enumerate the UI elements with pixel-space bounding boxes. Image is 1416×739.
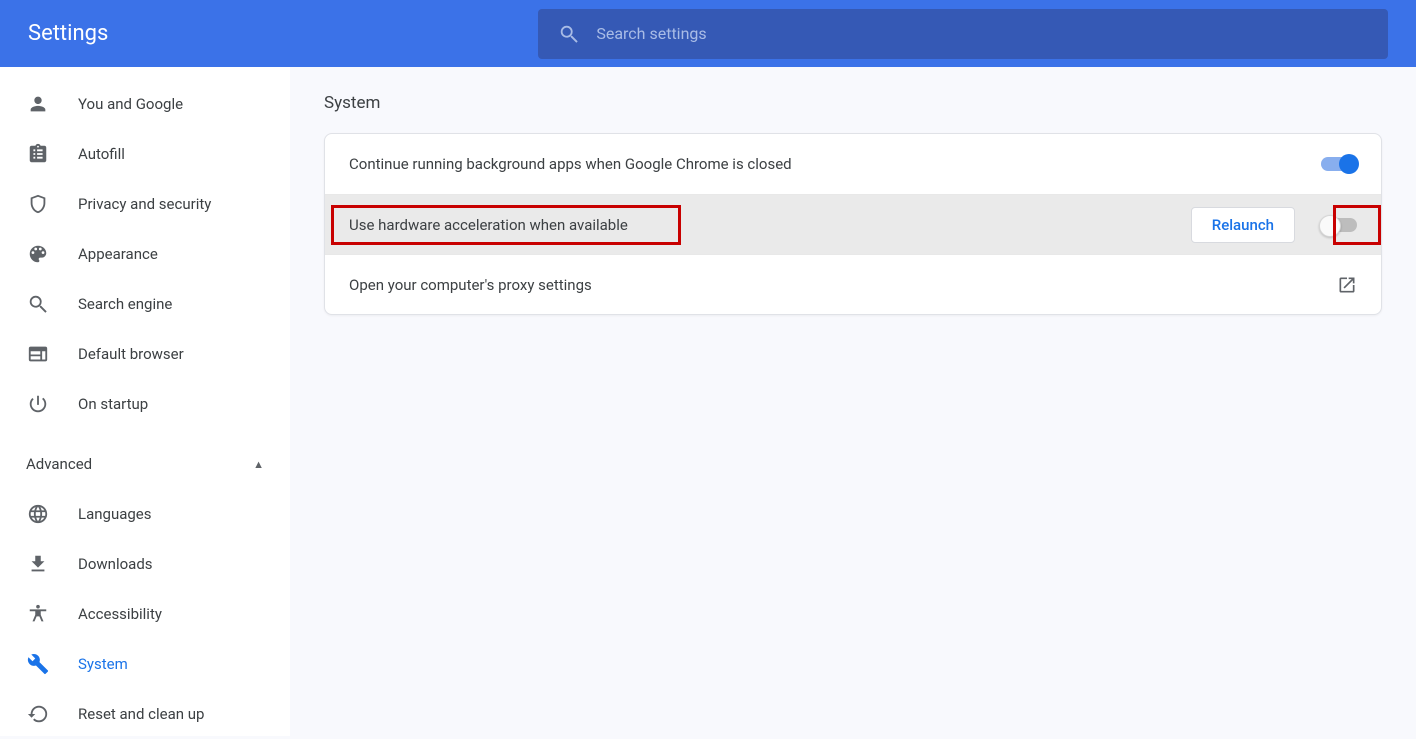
- sidebar-label: Privacy and security: [78, 195, 211, 213]
- sidebar-item-system[interactable]: System: [0, 639, 290, 689]
- sidebar-label: Default browser: [78, 345, 184, 363]
- sidebar-advanced-header[interactable]: Advanced ▲: [0, 439, 290, 489]
- sidebar-label: Autofill: [78, 145, 125, 163]
- sidebar-label: Accessibility: [78, 605, 162, 623]
- sidebar-label: Appearance: [78, 245, 158, 263]
- row-label: Use hardware acceleration when available: [349, 216, 628, 234]
- page-title: System: [324, 93, 1382, 113]
- toggle-background-apps[interactable]: [1321, 157, 1357, 171]
- sidebar-item-downloads[interactable]: Downloads: [0, 539, 290, 589]
- sidebar-item-accessibility[interactable]: Accessibility: [0, 589, 290, 639]
- search-container[interactable]: [538, 9, 1388, 59]
- row-proxy-settings[interactable]: Open your computer's proxy settings: [325, 254, 1381, 314]
- sidebar-label: Languages: [78, 505, 152, 523]
- sidebar-item-reset[interactable]: Reset and clean up: [0, 689, 290, 739]
- download-icon: [26, 552, 50, 576]
- person-icon: [26, 92, 50, 116]
- globe-icon: [26, 502, 50, 526]
- relaunch-button[interactable]: Relaunch: [1191, 207, 1295, 243]
- sidebar-item-languages[interactable]: Languages: [0, 489, 290, 539]
- sidebar-item-privacy-security[interactable]: Privacy and security: [0, 179, 290, 229]
- sidebar-item-search-engine[interactable]: Search engine: [0, 279, 290, 329]
- row-hardware-acceleration: Use hardware acceleration when available…: [325, 194, 1381, 254]
- shield-icon: [26, 192, 50, 216]
- system-card: Continue running background apps when Go…: [324, 133, 1382, 315]
- sidebar-label: Downloads: [78, 555, 153, 573]
- app-title: Settings: [28, 21, 108, 46]
- restore-icon: [26, 702, 50, 726]
- sidebar: You and Google Autofill Privacy and secu…: [0, 67, 290, 736]
- sidebar-item-on-startup[interactable]: On startup: [0, 379, 290, 429]
- toggle-hardware-acceleration[interactable]: [1321, 218, 1357, 232]
- search-icon: [558, 23, 580, 45]
- sidebar-label: You and Google: [78, 95, 183, 113]
- search-icon: [26, 292, 50, 316]
- sidebar-label: Reset and clean up: [78, 705, 204, 723]
- sidebar-advanced-label: Advanced: [26, 455, 92, 473]
- main: System Continue running background apps …: [290, 67, 1416, 736]
- row-label: Open your computer's proxy settings: [349, 276, 592, 294]
- sidebar-item-appearance[interactable]: Appearance: [0, 229, 290, 279]
- sidebar-item-default-browser[interactable]: Default browser: [0, 329, 290, 379]
- power-icon: [26, 392, 50, 416]
- row-label: Continue running background apps when Go…: [349, 155, 792, 173]
- open-external-icon: [1337, 275, 1357, 295]
- sidebar-item-you-and-google[interactable]: You and Google: [0, 79, 290, 129]
- sidebar-item-autofill[interactable]: Autofill: [0, 129, 290, 179]
- sidebar-label: On startup: [78, 395, 148, 413]
- search-input[interactable]: [596, 24, 1368, 43]
- row-background-apps: Continue running background apps when Go…: [325, 134, 1381, 194]
- chevron-up-icon: ▲: [253, 458, 264, 471]
- browser-icon: [26, 342, 50, 366]
- clipboard-icon: [26, 142, 50, 166]
- sidebar-label: System: [78, 655, 128, 673]
- sidebar-label: Search engine: [78, 295, 172, 313]
- wrench-icon: [26, 652, 50, 676]
- accessibility-icon: [26, 602, 50, 626]
- header: Settings: [0, 0, 1416, 67]
- palette-icon: [26, 242, 50, 266]
